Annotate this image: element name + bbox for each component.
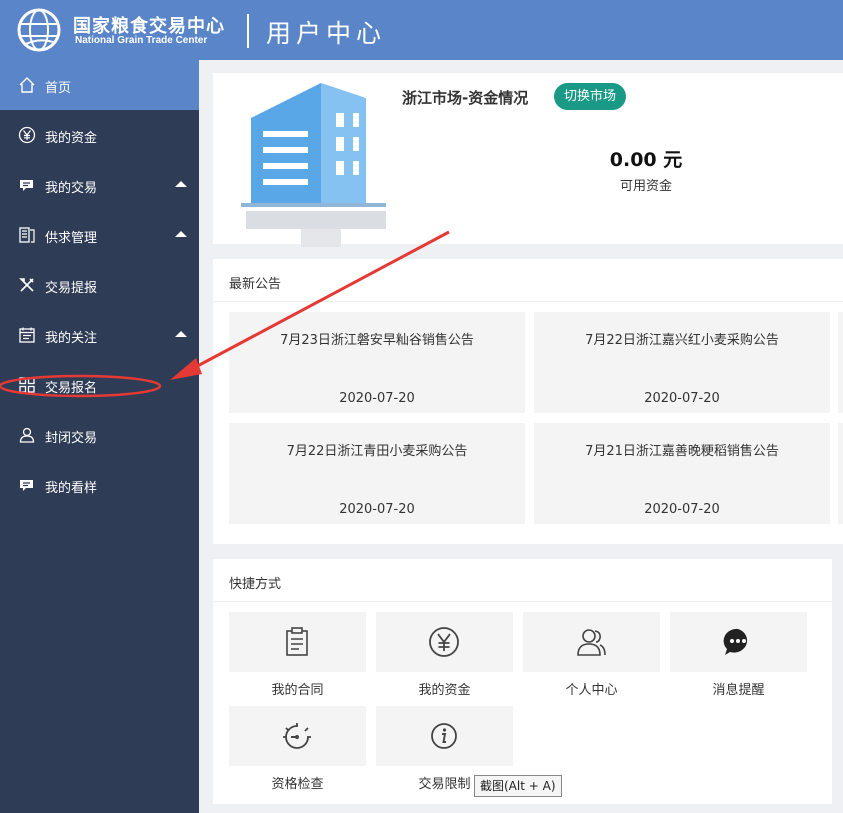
- notice-date: 2020-07-20: [339, 502, 415, 517]
- market-title: 浙江市场-资金情况: [402, 89, 529, 107]
- shortcut-my-contract[interactable]: [229, 612, 366, 672]
- notice-date: 2020-07-20: [644, 502, 720, 517]
- header-divider: [247, 14, 249, 48]
- sidebar-item-label: 我的看样: [45, 481, 98, 496]
- sidebar-item-my-trades[interactable]: 我的交易: [0, 160, 199, 210]
- shortcuts-title: 快捷方式: [229, 577, 282, 592]
- notice-item[interactable]: 7月21日浙江嘉善晚粳稻销售公告 2020-07-20: [534, 423, 830, 524]
- latest-notices-card: 最新公告 7月23日浙江磐安早籼谷销售公告 2020-07-20 7月22日浙江…: [213, 259, 843, 544]
- shortcut-label: 我的资金: [418, 683, 471, 698]
- shortcut-personal-center[interactable]: [523, 612, 660, 672]
- sidebar-item-supply-demand[interactable]: 供求管理: [0, 210, 199, 260]
- divider: [213, 601, 832, 602]
- sidebar-item-closed-trade[interactable]: 封闭交易: [0, 410, 199, 460]
- divider: [213, 301, 843, 302]
- yen-circle-icon: [429, 627, 459, 657]
- sidebar-item-home[interactable]: 首页: [0, 60, 199, 110]
- available-funds-label: 可用资金: [619, 179, 672, 194]
- sidebar-item-trade-registration[interactable]: 交易报名: [0, 360, 199, 410]
- notice-title: 7月22日浙江嘉兴红小麦采购公告: [585, 333, 779, 348]
- chat-icon: [20, 180, 33, 191]
- screenshot-tooltip: 截图(Alt + A): [474, 775, 562, 797]
- grid-icon: [19, 377, 35, 393]
- notice-item-clipped[interactable]: [838, 312, 843, 413]
- shortcut-label: 我的合同: [271, 683, 324, 698]
- shortcut-message-reminder[interactable]: [670, 612, 807, 672]
- notice-date: 2020-07-20: [339, 391, 415, 406]
- sidebar-item-label: 交易报名: [45, 381, 98, 396]
- shortcut-trade-limits[interactable]: [376, 706, 513, 766]
- shortcut-label: 个人中心: [565, 683, 618, 698]
- sidebar-item-label: 我的关注: [45, 331, 98, 346]
- shortcuts-card: 快捷方式 我的合同 我的资金 个人中心 消息提醒 资格检查 交易限制: [213, 559, 832, 804]
- shortcut-qualification-check[interactable]: [229, 706, 366, 766]
- user-icon: [19, 427, 35, 443]
- brand-name-en: National Grain Trade Center: [75, 35, 208, 46]
- users-icon: [577, 629, 606, 656]
- shortcut-my-funds[interactable]: [376, 612, 513, 672]
- document-icon: [19, 227, 35, 243]
- sidebar-item-label: 供求管理: [45, 231, 98, 246]
- sidebar-item-label: 首页: [45, 81, 72, 96]
- yen-circle-icon: [18, 126, 36, 144]
- notice-item[interactable]: 7月22日浙江嘉兴红小麦采购公告 2020-07-20: [534, 312, 830, 413]
- notice-title: 7月22日浙江青田小麦采购公告: [286, 444, 468, 459]
- calendar-icon: [19, 327, 35, 343]
- tools-icon: [19, 278, 34, 292]
- sidebar-item-trade-submit[interactable]: 交易提报: [0, 260, 199, 310]
- notice-item-clipped[interactable]: [838, 423, 843, 524]
- building-illustration: [241, 83, 386, 247]
- contract-icon: [286, 627, 308, 656]
- notice-item[interactable]: 7月23日浙江磐安早籼谷销售公告 2020-07-20: [229, 312, 525, 413]
- shortcut-label: 资格检查: [271, 777, 324, 792]
- chat-icon: [20, 480, 33, 491]
- sidebar-item-label: 封闭交易: [45, 431, 98, 446]
- header: 国家粮食交易中心 National Grain Trade Center 用户中…: [0, 0, 843, 60]
- sidebar-item-my-funds[interactable]: 我的资金: [0, 110, 199, 160]
- notice-item[interactable]: 7月22日浙江青田小麦采购公告 2020-07-20: [229, 423, 525, 524]
- shortcut-label: 消息提醒: [712, 683, 765, 698]
- sidebar-item-label: 交易提报: [45, 281, 98, 296]
- switch-market-button[interactable]: 切换市场: [554, 83, 626, 110]
- market-funds-card: 浙江市场-资金情况 切换市场 0.00 元 可用资金: [213, 73, 843, 247]
- notice-title: 7月21日浙江嘉善晚粳稻销售公告: [585, 444, 779, 459]
- caret-up-icon[interactable]: [175, 181, 187, 187]
- sidebar-item-my-samples[interactable]: 我的看样: [0, 460, 199, 510]
- section-title: 用户中心: [266, 19, 387, 48]
- notices-title: 最新公告: [229, 277, 282, 292]
- home-icon: [19, 77, 35, 93]
- caret-up-icon[interactable]: [175, 231, 187, 237]
- globe-logo-icon: [17, 8, 61, 52]
- notice-date: 2020-07-20: [644, 391, 720, 406]
- available-funds-amount: 0.00 元: [609, 149, 683, 171]
- notice-title: 7月23日浙江磐安早籼谷销售公告: [280, 333, 474, 348]
- info-circle-icon: [431, 723, 457, 749]
- gauge-icon: [283, 723, 311, 749]
- sidebar-item-label: 我的资金: [45, 131, 98, 146]
- message-bubble-icon: [723, 628, 748, 655]
- sidebar-item-my-follows[interactable]: 我的关注: [0, 310, 199, 360]
- sidebar: 首页 我的资金 我的交易 供求管理 交易提报 我的关注 交易报名 封闭交易 我的…: [0, 60, 199, 813]
- sidebar-item-label: 我的交易: [45, 181, 98, 196]
- caret-up-icon[interactable]: [175, 331, 187, 337]
